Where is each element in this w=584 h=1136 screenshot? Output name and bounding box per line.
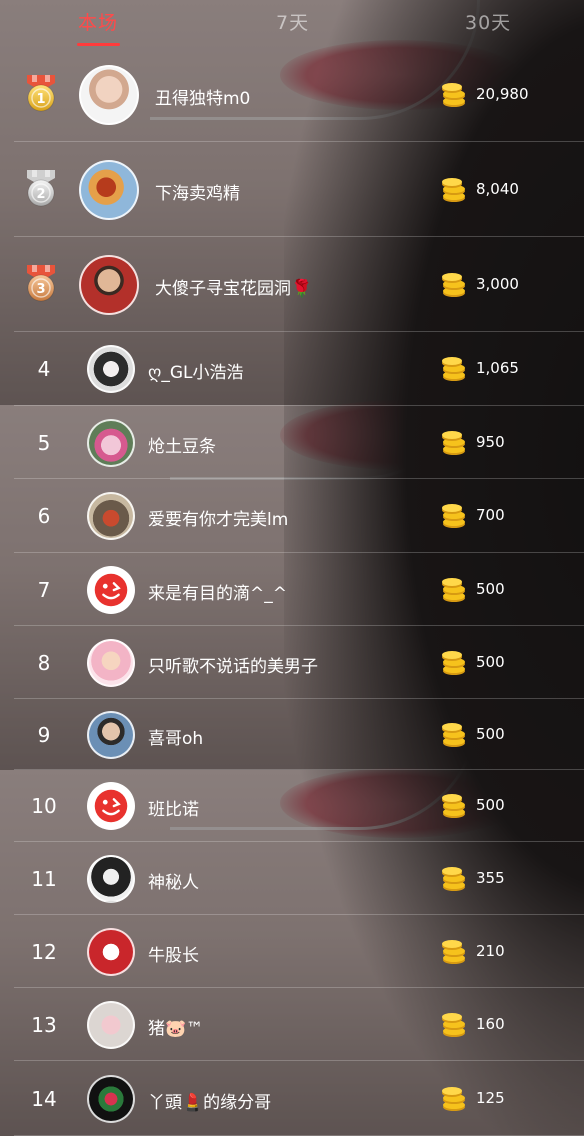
user-avatar[interactable] [87, 1074, 135, 1123]
ranking-row[interactable]: 9 喜哥oh 500 [14, 699, 584, 770]
svg-text:2: 2 [36, 187, 45, 202]
user-name: 大傻子寻宝花园洞🌹 [155, 278, 313, 299]
user-name: 炝土豆条 [148, 436, 216, 457]
coin-amount: 160 [476, 1014, 505, 1033]
user-avatar[interactable] [87, 854, 135, 903]
gold-coins-icon [440, 792, 468, 820]
gold-coins-icon [440, 576, 468, 604]
period-tabs: 本场 7天 30天 [0, 0, 584, 46]
tab-7-days[interactable]: 7天 [276, 8, 309, 35]
gold-coins-icon [440, 429, 468, 457]
ranking-row[interactable]: 6 爱要有你才完美lm 700 [14, 479, 584, 553]
coin-amount: 500 [476, 652, 505, 671]
user-name: 爱要有你才完美lm [148, 510, 289, 530]
ranking-row[interactable]: 11 神秘人 355 [14, 842, 584, 915]
coin-amount: 3,000 [476, 274, 519, 293]
rank-number: 11 [31, 866, 57, 891]
rank-number: 9 [37, 722, 51, 747]
user-name: 喜哥oh [148, 728, 204, 749]
gold-coins-icon [440, 938, 468, 966]
ranking-row[interactable]: 12 牛股长 210 [14, 915, 584, 988]
user-name: 丫頭💄的缘分哥 [148, 1092, 272, 1113]
ranking-row[interactable]: 13 猪🐷™ 160 [14, 988, 584, 1061]
ranking-row[interactable]: 14 丫頭💄的缘分哥 125 [14, 1061, 584, 1136]
coin-amount: 500 [476, 579, 505, 598]
ranking-row[interactable]: 2 下海卖鸡精 8,040 [14, 142, 584, 237]
gold-coins-icon [440, 649, 468, 677]
user-avatar[interactable] [87, 345, 135, 393]
coin-amount: 210 [476, 941, 505, 960]
ranking-row[interactable]: 1 丑得独特m0 20,980 [14, 47, 584, 142]
user-name: 只听歌不说话的美男子 [148, 656, 318, 677]
ranking-row[interactable]: 5 炝土豆条 950 [14, 406, 584, 479]
user-name: 丑得独特m0 [155, 88, 251, 109]
user-avatar[interactable] [79, 64, 139, 125]
svg-text:3: 3 [36, 282, 45, 297]
gold-coins-icon [440, 865, 468, 893]
rank-number: 5 [37, 430, 51, 455]
user-avatar[interactable] [87, 418, 135, 467]
user-name: 下海卖鸡精 [155, 183, 240, 204]
gold-coins-icon [440, 502, 468, 530]
user-avatar[interactable] [87, 638, 135, 687]
ranking-row[interactable]: 3 大傻子寻宝花园洞🌹 3,000 [14, 237, 584, 332]
coin-amount: 500 [476, 724, 505, 743]
user-avatar[interactable] [87, 565, 135, 614]
gold-coins-icon [440, 355, 468, 383]
user-avatar[interactable] [87, 782, 135, 830]
ranking-row[interactable]: 8 只听歌不说话的美男子 500 [14, 626, 584, 699]
gold-coins-icon [440, 721, 468, 749]
user-avatar[interactable] [87, 1000, 135, 1049]
tab-30-days[interactable]: 30天 [465, 8, 511, 35]
user-name: ღ_GL小浩浩 [148, 363, 244, 383]
user-name: 神秘人 [148, 872, 199, 893]
gold-coins-icon [440, 271, 468, 299]
user-avatar[interactable] [79, 159, 139, 220]
user-avatar[interactable] [87, 927, 135, 976]
silver-medal-icon: 2 [24, 168, 58, 208]
coin-amount: 500 [476, 796, 505, 814]
active-tab-indicator [77, 43, 120, 46]
rank-number: 6 [37, 504, 51, 528]
rank-number: 14 [31, 1086, 57, 1111]
gold-coins-icon [440, 1011, 468, 1039]
ranking-row[interactable]: 10 班比诺 500 [14, 770, 584, 842]
user-avatar[interactable] [79, 254, 139, 315]
tab-this-session[interactable]: 本场 [78, 8, 118, 35]
gold-coins-icon [440, 176, 468, 204]
bronze-medal-icon: 3 [24, 263, 58, 303]
rank-number: 13 [31, 1012, 57, 1037]
coin-amount: 355 [476, 868, 505, 887]
rank-number: 8 [37, 650, 51, 675]
coin-amount: 20,980 [476, 84, 529, 103]
user-name: 班比诺 [148, 800, 199, 820]
coin-amount: 700 [476, 506, 505, 524]
user-avatar[interactable] [87, 710, 135, 759]
ranking-row[interactable]: 4 ღ_GL小浩浩 1,065 [14, 332, 584, 406]
coin-amount: 8,040 [476, 179, 519, 198]
user-name: 来是有目的滴^_^ [148, 583, 287, 604]
rank-number: 10 [31, 794, 57, 818]
coin-amount: 1,065 [476, 359, 519, 377]
gold-medal-icon: 1 [24, 73, 58, 113]
rank-number: 7 [37, 577, 51, 602]
gold-coins-icon [440, 81, 468, 109]
rank-number: 12 [31, 939, 57, 964]
user-name: 牛股长 [148, 945, 199, 966]
gold-coins-icon [440, 1085, 468, 1113]
coin-amount: 125 [476, 1088, 505, 1107]
coin-amount: 950 [476, 432, 505, 451]
ranking-row[interactable]: 7 来是有目的滴^_^ 500 [14, 553, 584, 626]
user-avatar[interactable] [87, 492, 135, 540]
rank-number: 4 [37, 357, 51, 381]
user-name: 猪🐷™ [148, 1018, 204, 1039]
svg-text:1: 1 [36, 92, 45, 107]
